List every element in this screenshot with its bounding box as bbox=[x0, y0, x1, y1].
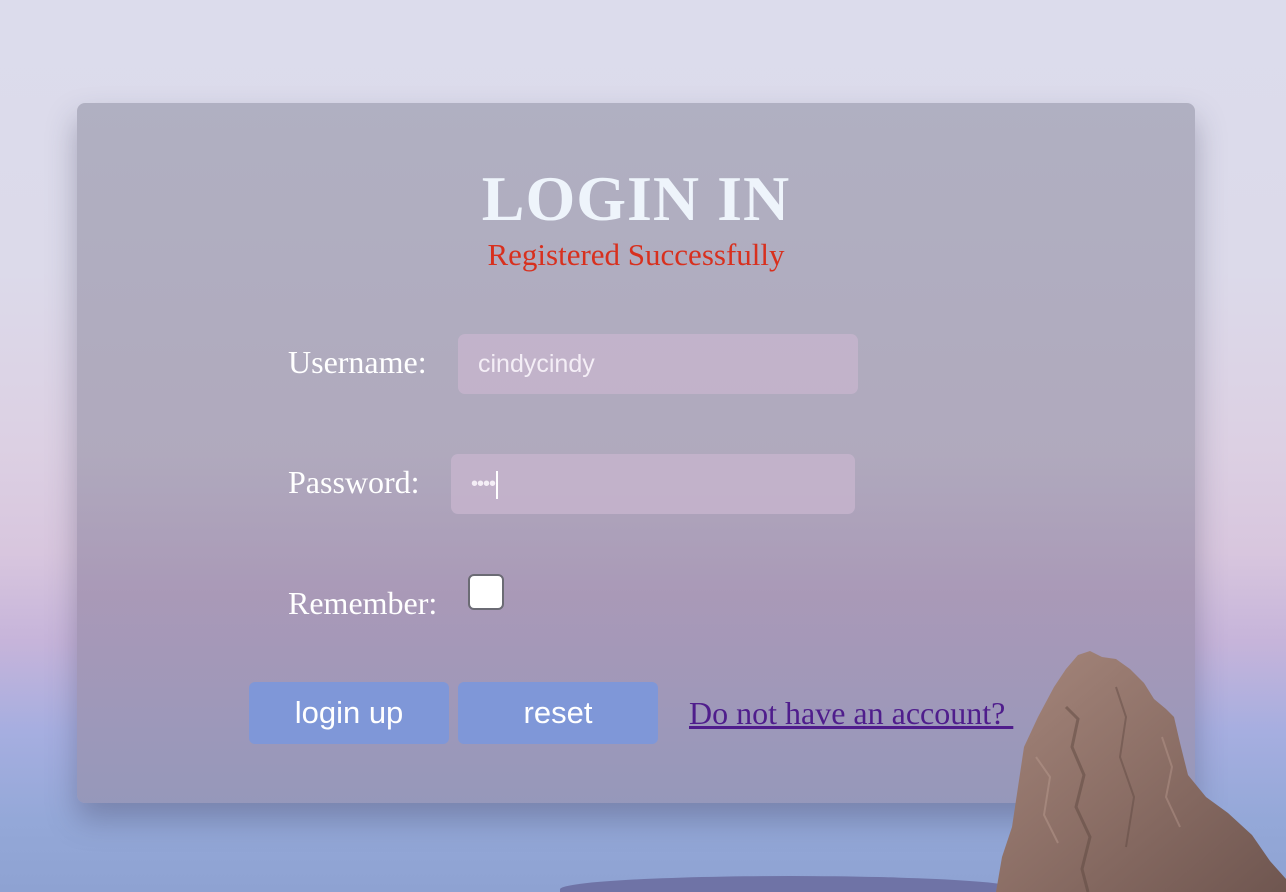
rock-formation-image bbox=[996, 651, 1286, 892]
reset-button[interactable]: reset bbox=[458, 682, 658, 744]
remember-label: Remember: bbox=[288, 585, 438, 621]
login-button[interactable]: login up bbox=[249, 682, 449, 744]
status-message: Registered Successfully bbox=[487, 237, 785, 272]
page-title: LOGIN IN bbox=[481, 163, 791, 234]
password-label: Password: bbox=[288, 464, 420, 500]
password-input[interactable]: •••• bbox=[451, 454, 855, 514]
password-masked-value: •••• bbox=[471, 473, 496, 495]
username-input[interactable] bbox=[458, 334, 858, 394]
username-label: Username: bbox=[288, 344, 427, 380]
signup-link[interactable]: Do not have an account? bbox=[689, 695, 1013, 731]
background-hills bbox=[560, 876, 1020, 892]
text-cursor bbox=[496, 470, 499, 499]
remember-checkbox[interactable] bbox=[468, 574, 504, 610]
